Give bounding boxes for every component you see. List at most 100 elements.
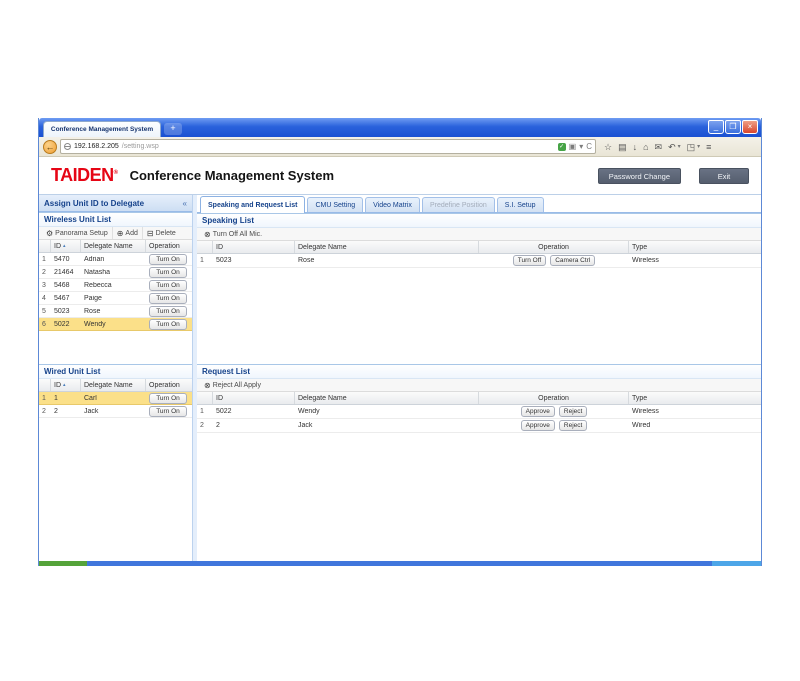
page-title: Conference Management System xyxy=(130,168,334,183)
approve-button[interactable]: Approve xyxy=(521,420,555,431)
column-header-operation[interactable]: Operation xyxy=(146,379,192,391)
operation-cell: Turn On xyxy=(146,267,192,278)
column-header-operation[interactable]: Operation xyxy=(146,240,192,252)
column-header-delegate-name[interactable]: Delegate Name xyxy=(295,392,479,404)
column-header-id[interactable]: ID▴ xyxy=(51,240,81,252)
page-proxy-icon[interactable]: ▣ xyxy=(569,143,577,151)
reload-icon[interactable]: C xyxy=(586,143,592,151)
bookmark-star-icon[interactable]: ☆ xyxy=(604,142,612,152)
home-icon[interactable]: ⌂ xyxy=(643,142,648,152)
tab-s-i-setup[interactable]: S.I. Setup xyxy=(497,197,544,212)
turn-on-button[interactable]: Turn On xyxy=(149,280,187,291)
delegate-name: Rose xyxy=(81,308,146,315)
column-header-id[interactable]: ID xyxy=(213,241,295,253)
reject-all-apply-button[interactable]: ⊗ Reject All Apply xyxy=(200,379,265,391)
reject-button[interactable]: Reject xyxy=(559,420,587,431)
turn-on-button[interactable]: Turn On xyxy=(149,393,187,404)
turn-off-button[interactable]: Turn Off xyxy=(513,255,546,266)
new-tab-button[interactable]: + xyxy=(164,123,182,135)
speaking-row[interactable]: 15023RoseTurn OffCamera CtrlWireless xyxy=(197,254,761,268)
wireless-unit-row[interactable]: 15470AdrianTurn On xyxy=(39,253,192,266)
main-area: Speaking and Request ListCMU SettingVide… xyxy=(197,195,761,561)
undo-icon[interactable]: ↶ xyxy=(668,142,676,152)
url-bar[interactable]: 192.168.2.205 /setting.wsp ✓ ▣ ▾ C xyxy=(60,139,596,154)
tab-speaking-and-request-list[interactable]: Speaking and Request List xyxy=(200,196,305,213)
browser-tab[interactable]: Conference Management System xyxy=(43,121,161,137)
wired-unit-row[interactable]: 22JackTurn On xyxy=(39,405,192,418)
back-icon[interactable]: ← xyxy=(43,140,57,154)
dropdown-caret-icon[interactable]: ▾ xyxy=(678,142,681,152)
row-number-header xyxy=(39,379,51,391)
unit-id: 5467 xyxy=(51,295,81,302)
window-controls: _❐× xyxy=(708,120,758,134)
toolbar-button-delete[interactable]: ⊟Delete xyxy=(142,227,180,239)
wireless-unit-row[interactable]: 45467PaigeTurn On xyxy=(39,292,192,305)
camera-ctrl-button[interactable]: Camera Ctrl xyxy=(550,255,595,266)
turn-on-button[interactable]: Turn On xyxy=(149,267,187,278)
cancel-all-icon: ⊗ xyxy=(204,230,211,239)
restore-button[interactable]: ❐ xyxy=(725,120,741,134)
column-header-delegate-name[interactable]: Delegate Name xyxy=(81,240,146,252)
request-row[interactable]: 15022WendyApproveRejectWireless xyxy=(197,405,761,419)
column-header-type[interactable]: Type xyxy=(629,241,761,253)
close-button[interactable]: × xyxy=(742,120,758,134)
wireless-unit-row[interactable]: 221464NatashaTurn On xyxy=(39,266,192,279)
column-header-delegate-name[interactable]: Delegate Name xyxy=(81,379,146,391)
collapse-panel-icon[interactable]: « xyxy=(183,199,187,208)
request-table-body: 15022WendyApproveRejectWireless22JackApp… xyxy=(197,405,761,433)
wired-table-body: 11CarlTurn On22JackTurn On xyxy=(39,392,192,418)
reject-button[interactable]: Reject xyxy=(559,406,587,417)
dropdown-caret-icon[interactable]: ▾ xyxy=(697,142,700,152)
column-header-operation[interactable]: Operation xyxy=(479,241,629,253)
delegate-name: Carl xyxy=(81,395,146,402)
speaking-empty-area xyxy=(197,268,761,364)
request-table-header: IDDelegate NameOperationType xyxy=(197,392,761,405)
turn-off-all-mic-button[interactable]: ⊗ Turn Off All Mic. xyxy=(200,228,266,240)
turn-on-button[interactable]: Turn On xyxy=(149,254,187,265)
turn-on-button[interactable]: Turn On xyxy=(149,319,187,330)
unit-id: 5023 xyxy=(51,308,81,315)
unit-id: 2 xyxy=(213,422,295,429)
column-header-operation[interactable]: Operation xyxy=(479,392,629,404)
toolbar-label: Delete xyxy=(156,230,176,237)
tab-cmu-setting[interactable]: CMU Setting xyxy=(307,197,363,212)
unit-type: Wireless xyxy=(629,257,761,264)
download-icon[interactable]: ↓ xyxy=(633,142,638,152)
unit-type: Wired xyxy=(629,422,761,429)
wireless-unit-row[interactable]: 65022WendyTurn On xyxy=(39,318,192,331)
shield-icon[interactable]: ✓ xyxy=(558,143,566,151)
operation-cell: Turn On xyxy=(146,393,192,404)
clipboard-icon[interactable]: ▤ xyxy=(618,142,627,152)
column-header-delegate-name[interactable]: Delegate Name xyxy=(295,241,479,253)
menu-icon[interactable]: ≡ xyxy=(706,142,711,152)
exit-button[interactable]: Exit xyxy=(699,168,749,184)
feedback-icon[interactable]: ✉ xyxy=(655,142,663,152)
wireless-unit-row[interactable]: 35468RebeccaTurn On xyxy=(39,279,192,292)
delegate-name: Paige xyxy=(81,295,146,302)
turn-on-button[interactable]: Turn On xyxy=(149,293,187,304)
wired-unit-row[interactable]: 11CarlTurn On xyxy=(39,392,192,405)
approve-button[interactable]: Approve xyxy=(521,406,555,417)
operation-cell: Turn On xyxy=(146,319,192,330)
delegate-name: Jack xyxy=(295,422,479,429)
globe-icon xyxy=(64,143,71,150)
dropdown-caret-icon[interactable]: ▾ xyxy=(579,143,583,151)
wireless-unit-row[interactable]: 55023RoseTurn On xyxy=(39,305,192,318)
toolbar-button-add[interactable]: ⊕Add xyxy=(112,227,142,239)
screenshot-icon[interactable]: ◳ xyxy=(687,142,696,152)
operation-cell: Approve Reject xyxy=(479,420,629,431)
password-change-button[interactable]: Password Change xyxy=(598,168,681,184)
url-path: /setting.wsp xyxy=(122,143,159,150)
request-row[interactable]: 22JackApproveRejectWired xyxy=(197,419,761,433)
column-header-id[interactable]: ID xyxy=(213,392,295,404)
tab-video-matrix[interactable]: Video Matrix xyxy=(365,197,420,212)
speaking-list-header: Speaking List xyxy=(197,213,761,228)
turn-on-button[interactable]: Turn On xyxy=(149,406,187,417)
sidebar-panel-header: Assign Unit ID to Delegate « xyxy=(39,195,192,212)
browser-navbar: ← 192.168.2.205 /setting.wsp ✓ ▣ ▾ C ☆ ▤ ↓… xyxy=(39,137,761,157)
minimize-button[interactable]: _ xyxy=(708,120,724,134)
turn-on-button[interactable]: Turn On xyxy=(149,306,187,317)
toolbar-button-panorama-setup[interactable]: ⚙Panorama Setup xyxy=(42,227,112,239)
column-header-id[interactable]: ID▴ xyxy=(51,379,81,391)
column-header-type[interactable]: Type xyxy=(629,392,761,404)
